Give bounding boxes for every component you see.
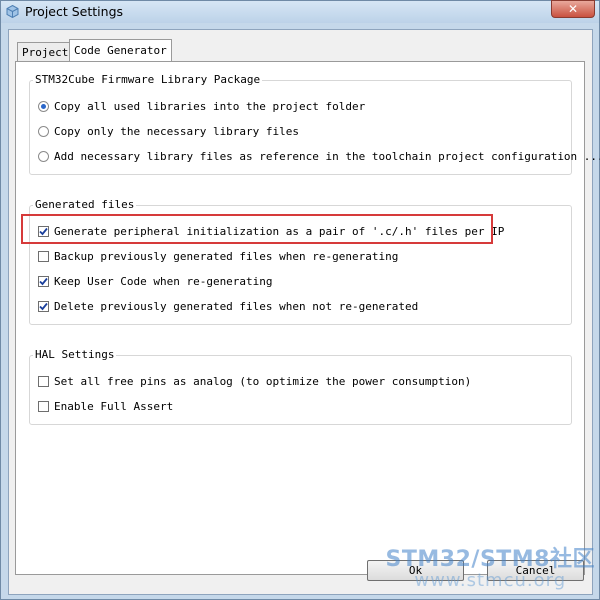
option-label: Copy only the necessary library files [54, 124, 300, 138]
radio-button[interactable] [38, 125, 49, 137]
firmware-package-group: STM32Cube Firmware Library Package Copy … [29, 73, 600, 175]
highlight-annotation [21, 214, 493, 244]
app-cube-icon [6, 5, 19, 18]
radio-button[interactable] [38, 100, 49, 112]
option-label: Copy all used libraries into the project… [54, 99, 366, 113]
tab-code-generator[interactable]: Code Generator [69, 39, 172, 61]
checkbox[interactable] [38, 250, 49, 262]
checkbox-free-pins-analog[interactable]: Set all free pins as analog (to optimize… [38, 373, 471, 389]
group-title: STM32Cube Firmware Library Package [33, 73, 263, 86]
group-title: HAL Settings [33, 348, 117, 361]
dialog-client-area: Project Code Generator STM32Cube Firmwar… [8, 29, 600, 595]
close-button[interactable]: ✕ [551, 0, 595, 18]
option-label: Keep User Code when re-generating [54, 274, 273, 288]
radio-copy-necessary-files[interactable]: Copy only the necessary library files [38, 123, 299, 139]
option-label: Backup previously generated files when r… [54, 249, 399, 263]
checkbox[interactable] [38, 375, 49, 387]
radio-add-as-reference[interactable]: Add necessary library files as reference… [38, 148, 600, 164]
project-settings-window: Project Settings ✕ Project Code Generato… [0, 0, 600, 600]
checkbox-full-assert[interactable]: Enable Full Assert [38, 398, 173, 414]
tab-project[interactable]: Project [17, 42, 74, 61]
checkbox-backup-files[interactable]: Backup previously generated files when r… [38, 248, 398, 264]
group-title: Generated files [33, 198, 137, 211]
option-label: Delete previously generated files when n… [54, 299, 419, 313]
code-generator-panel: STM32Cube Firmware Library Package Copy … [15, 61, 600, 575]
option-label: Set all free pins as analog (to optimize… [54, 374, 472, 388]
option-label: Enable Full Assert [54, 399, 174, 413]
watermark-url: www.stmcu.org [414, 570, 567, 591]
watermark-title: STM32/STM8社区 [385, 547, 595, 572]
option-label: Add necessary library files as reference… [54, 149, 600, 163]
close-icon: ✕ [567, 2, 579, 16]
checkbox-delete-old-files[interactable]: Delete previously generated files when n… [38, 298, 418, 314]
checkmark-icon [39, 277, 48, 285]
watermark: STM32/STM8社区 www.stmcu.org [386, 541, 595, 591]
hal-settings-group: HAL Settings Set all free pins as analog… [29, 348, 572, 425]
checkbox[interactable] [38, 275, 49, 287]
radio-button[interactable] [38, 150, 49, 162]
checkmark-icon [39, 302, 48, 310]
checkbox[interactable] [38, 300, 49, 312]
checkbox[interactable] [38, 400, 49, 412]
title-bar[interactable]: Project Settings ✕ [1, 0, 599, 23]
checkbox-keep-user-code[interactable]: Keep User Code when re-generating [38, 273, 273, 289]
radio-copy-all-libraries[interactable]: Copy all used libraries into the project… [38, 98, 365, 114]
window-title: Project Settings [25, 4, 124, 19]
